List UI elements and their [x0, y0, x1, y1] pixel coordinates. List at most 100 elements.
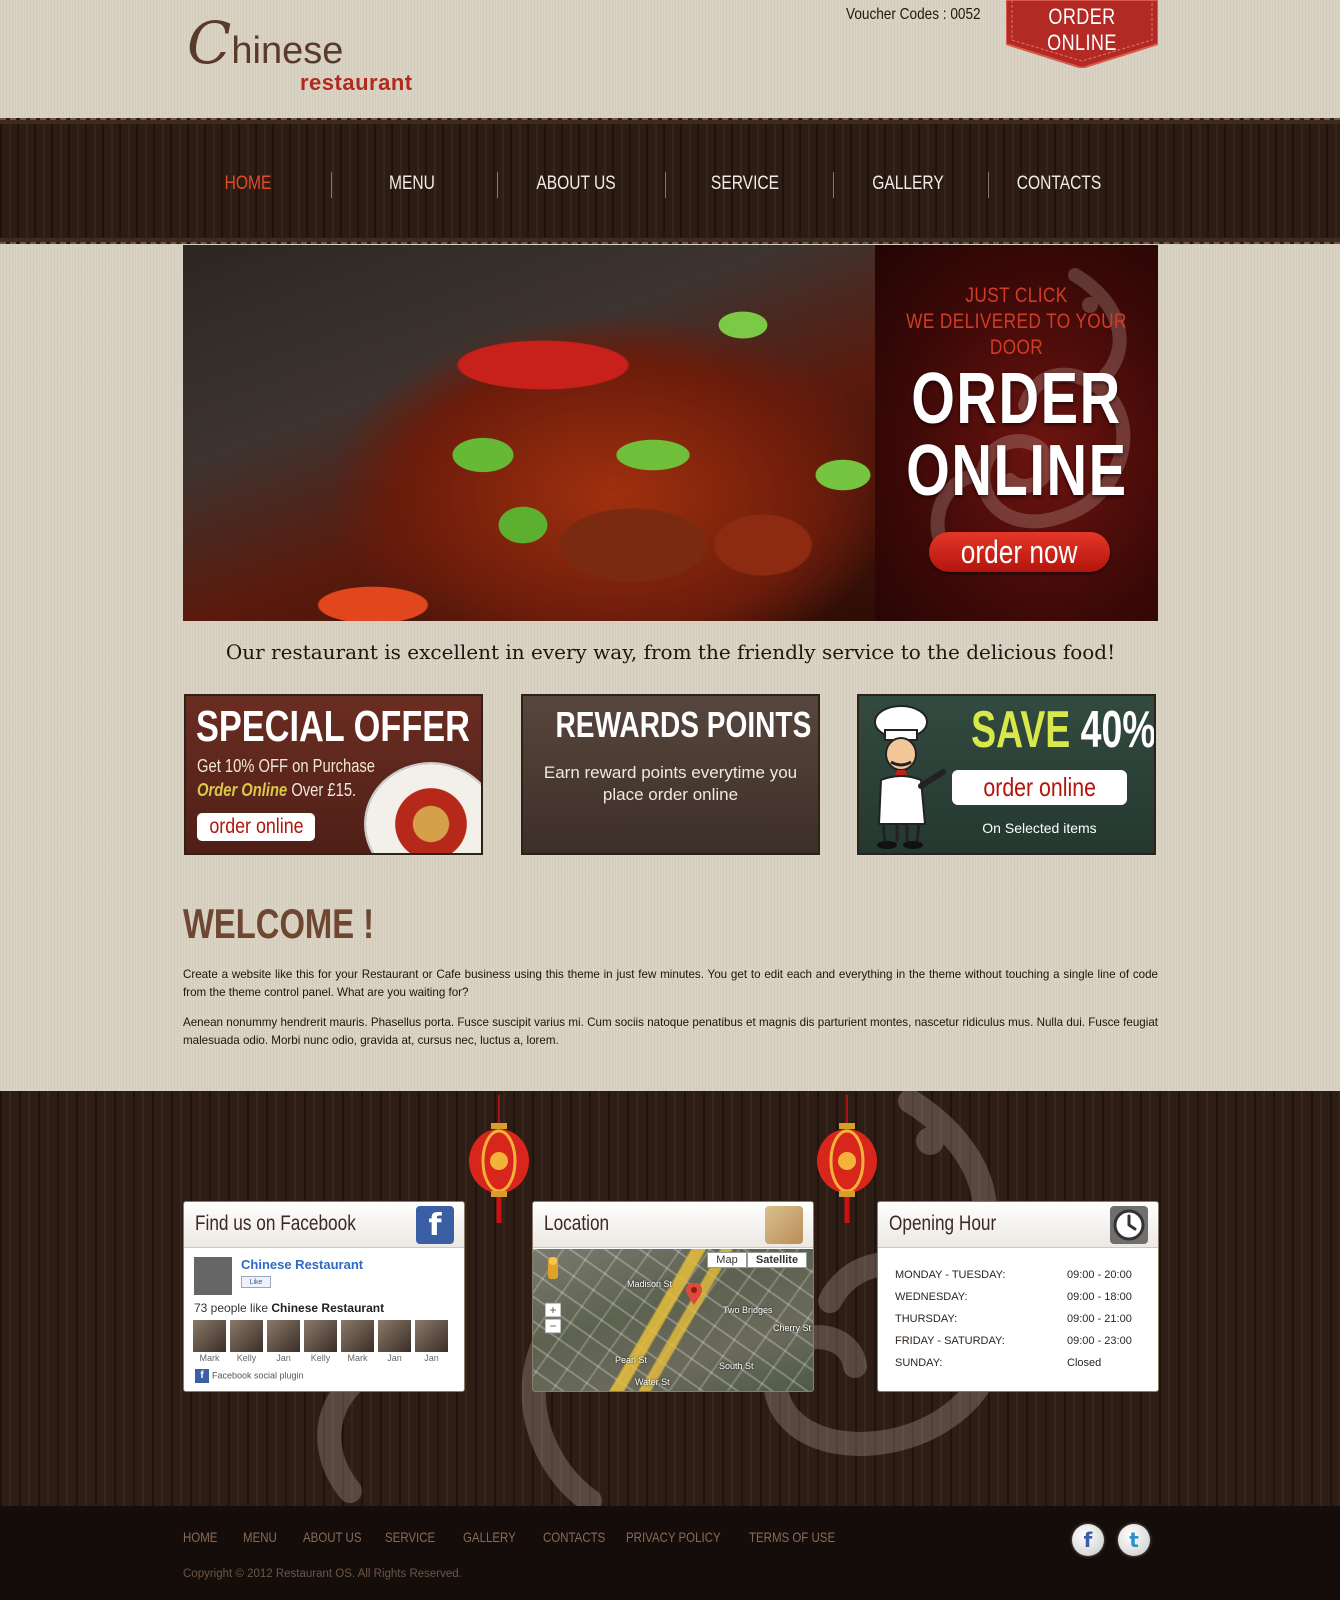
rewards-points-title: REWARDS POINTS: [555, 704, 812, 745]
save-40-subtitle: On Selected items: [982, 820, 1097, 836]
facebook-page-avatar[interactable]: [194, 1257, 232, 1295]
like-count-text: 73 people like: [194, 1301, 272, 1315]
special-offer-box[interactable]: SPECIAL OFFER Get 10% OFF on Purchase Or…: [184, 694, 483, 855]
map-icon[interactable]: [765, 1206, 803, 1244]
footer-link-about-us[interactable]: ABOUT US: [303, 1529, 361, 1545]
nav-item-menu[interactable]: MENU: [359, 170, 466, 198]
map-type-map-button[interactable]: Map: [707, 1252, 747, 1268]
fan-name: Kelly: [236, 1353, 257, 1363]
opening-hours-header: Opening Hour: [878, 1202, 1158, 1248]
map-street-label: Two Bridges: [723, 1305, 773, 1315]
save-40-title: SAVE 40%: [971, 700, 1154, 760]
site-logo[interactable]: Chinese restaurant: [187, 9, 412, 98]
hours-day: SUNDAY:: [895, 1357, 943, 1369]
facebook-plugin-label: Facebook social plugin: [212, 1370, 304, 1381]
hero-headline: ORDER ONLINE: [906, 363, 1127, 507]
hours-time: 09:00 - 20:00: [1067, 1269, 1132, 1281]
hero-tagline-line1: JUST CLICK: [965, 284, 1068, 307]
order-now-button[interactable]: order now: [929, 532, 1110, 572]
save-40-button-label: order online: [983, 772, 1096, 802]
welcome-paragraph-1: Create a website like this for your Rest…: [183, 968, 1158, 999]
facebook-social-plugin[interactable]: f Facebook social plugin: [195, 1369, 304, 1383]
map-type-satellite-button[interactable]: Satellite: [747, 1252, 807, 1268]
facebook-like-button[interactable]: Like: [241, 1276, 271, 1288]
fan-avatar[interactable]: [193, 1320, 226, 1352]
fan-avatar[interactable]: [415, 1320, 448, 1352]
nav-item-home[interactable]: HOME: [195, 170, 302, 198]
hours-day: FRIDAY - SATURDAY:: [895, 1335, 1005, 1347]
map-pin-icon[interactable]: [686, 1283, 702, 1305]
map-street-label: Pearl St: [615, 1355, 648, 1365]
location-map[interactable]: Map Satellite + − Madison St Two Bridges…: [533, 1249, 813, 1391]
fan-name: Kelly: [310, 1353, 331, 1363]
footer-link-home[interactable]: HOME: [183, 1529, 217, 1545]
hours-row: SUNDAY: Closed: [895, 1357, 1145, 1377]
hero-tagline-line2: WE DELIVERED TO YOUR DOOR: [906, 310, 1127, 359]
location-widget-title: Location: [544, 1212, 610, 1235]
footer-link-menu[interactable]: MENU: [243, 1529, 277, 1545]
nav-divider: [331, 172, 332, 198]
facebook-widget: Find us on Facebook f Chinese Restaurant…: [183, 1201, 465, 1392]
clock-face: [1113, 1209, 1145, 1241]
order-now-label: order now: [961, 534, 1078, 570]
lantern-icon: [469, 1095, 529, 1223]
nav-item-about-us[interactable]: ABOUT US: [523, 170, 630, 198]
map-street-label: South St: [719, 1361, 754, 1371]
clock-icon: [1110, 1206, 1148, 1244]
map-zoom-controls[interactable]: + −: [545, 1255, 561, 1345]
facebook-widget-header: Find us on Facebook f: [184, 1202, 464, 1248]
fan-name: Mark: [199, 1353, 220, 1363]
hero-order-panel: JUST CLICK WE DELIVERED TO YOUR DOOR ORD…: [875, 245, 1158, 621]
order-online-label: ORDER ONLINE: [1047, 4, 1117, 55]
svg-text:−: −: [549, 1319, 556, 1333]
fan-avatar[interactable]: [341, 1320, 374, 1352]
nav-item-gallery[interactable]: GALLERY: [855, 170, 962, 198]
footer-link-terms-of-use[interactable]: TERMS OF USE: [749, 1529, 835, 1545]
hero-banner[interactable]: JUST CLICK WE DELIVERED TO YOUR DOOR ORD…: [183, 245, 1158, 621]
svg-text:+: +: [549, 1303, 556, 1317]
facebook-small-icon: f: [195, 1369, 209, 1383]
fan-avatar[interactable]: [267, 1320, 300, 1352]
logo-wordmark: Chinese: [187, 9, 344, 77]
hours-row: THURSDAY: 09:00 - 21:00: [895, 1313, 1145, 1333]
nav-item-service[interactable]: SERVICE: [692, 170, 799, 198]
save-40-title-a: SAVE: [971, 701, 1071, 759]
footer-link-service[interactable]: SERVICE: [385, 1529, 435, 1545]
footer-link-privacy-policy[interactable]: PRIVACY POLICY: [626, 1529, 721, 1545]
hours-day: WEDNESDAY:: [895, 1291, 968, 1303]
fan-avatar[interactable]: [230, 1320, 263, 1352]
voucher-code: Voucher Codes : 0052: [846, 6, 981, 23]
location-widget: Location Map Satellite + − Madison St Tw…: [532, 1201, 814, 1392]
special-offer-line2: Order Online Over £15.: [197, 780, 356, 801]
special-offer-button-label: order online: [208, 815, 304, 838]
save-40-order-button[interactable]: order online: [952, 770, 1127, 805]
footer-link-contacts[interactable]: CONTACTS: [543, 1529, 605, 1545]
rewards-points-box[interactable]: REWARDS POINTS Earn reward points everyt…: [521, 694, 820, 855]
hours-row: FRIDAY - SATURDAY: 09:00 - 23:00: [895, 1335, 1145, 1355]
hero-food-image: [183, 245, 875, 621]
special-offer-order-button[interactable]: order online: [197, 813, 315, 841]
facebook-faces: Mark Kelly Jan Kelly Mark Jan Jan: [193, 1320, 458, 1364]
fan-avatar[interactable]: [304, 1320, 337, 1352]
facebook-icon[interactable]: f: [1072, 1524, 1104, 1556]
fan-avatar[interactable]: [378, 1320, 411, 1352]
hours-row: WEDNESDAY: 09:00 - 18:00: [895, 1291, 1145, 1311]
location-widget-header: Location: [533, 1202, 813, 1248]
footer-link-gallery[interactable]: GALLERY: [463, 1529, 516, 1545]
facebook-icon[interactable]: f: [416, 1206, 454, 1244]
hours-time: Closed: [1067, 1357, 1102, 1369]
main-nav: HOME MENU ABOUT US SERVICE GALLERY CONTA…: [0, 118, 1340, 244]
hero-tagline: JUST CLICK WE DELIVERED TO YOUR DOOR: [900, 283, 1132, 361]
lantern-icon: [817, 1095, 877, 1223]
save-40-box[interactable]: SAVE 40% order online On Selected items: [857, 694, 1156, 855]
copyright-text: Copyright © 2012 Restaurant OS. All Righ…: [183, 1568, 462, 1580]
hours-time: 09:00 - 23:00: [1067, 1335, 1132, 1347]
facebook-page-name[interactable]: Chinese Restaurant: [241, 1257, 363, 1272]
twitter-icon[interactable]: t: [1118, 1524, 1150, 1556]
facebook-like-count: 73 people like Chinese Restaurant: [194, 1301, 384, 1315]
nav-item-contacts[interactable]: CONTACTS: [1006, 170, 1113, 198]
hours-time: 09:00 - 21:00: [1067, 1313, 1132, 1325]
hero-headline-line1: ORDER: [911, 359, 1122, 439]
order-online-badge[interactable]: ORDER ONLINE: [1006, 0, 1158, 68]
hours-time: 09:00 - 18:00: [1067, 1291, 1132, 1303]
